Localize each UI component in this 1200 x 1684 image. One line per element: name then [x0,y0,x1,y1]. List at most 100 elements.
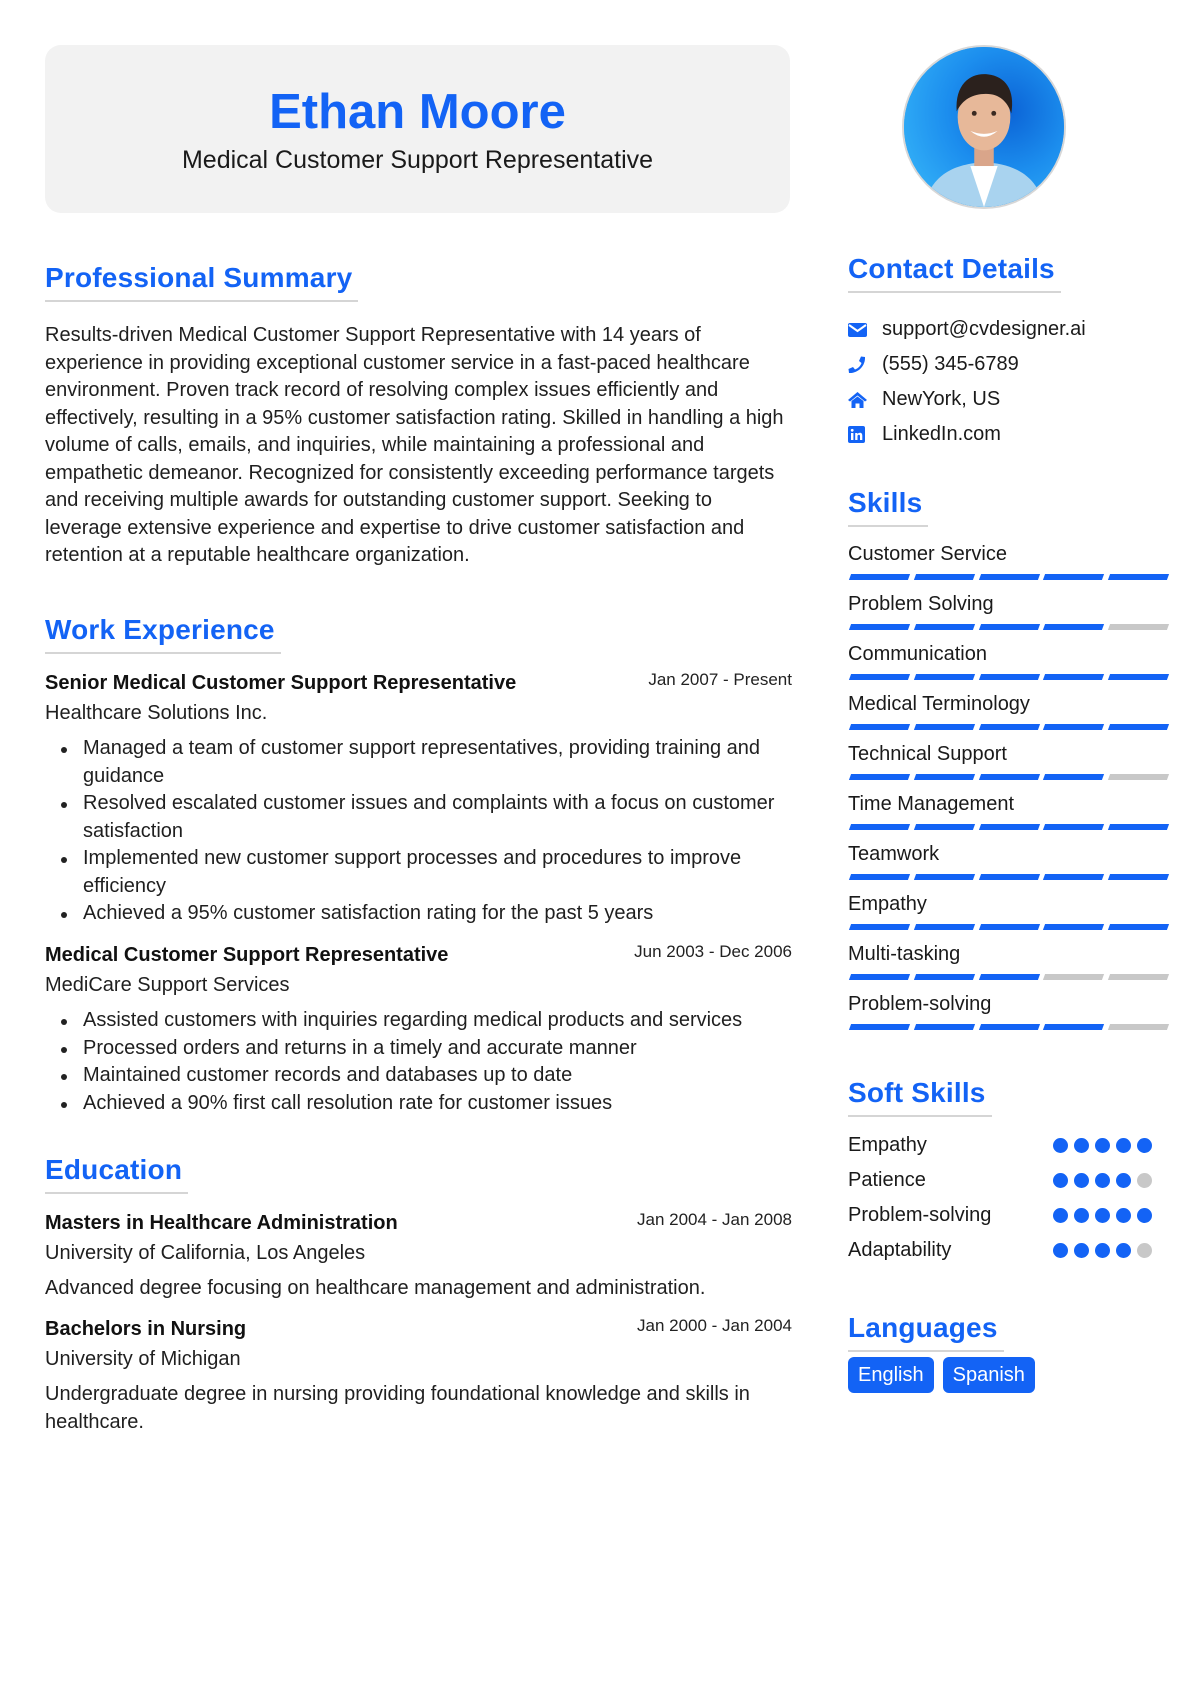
candidate-title: Medical Customer Support Representative [181,146,654,174]
skill-segment-filled [978,1024,1040,1030]
skill-level-bar [848,824,1170,830]
bullet-item: Achieved a 90% first call resolution rat… [45,1090,792,1118]
bullet-item: Achieved a 95% customer satisfaction rat… [45,900,792,928]
skill-segment-filled [1043,624,1105,630]
skill-name: Time Management [848,793,1014,815]
soft-skill-rating [1053,1138,1152,1153]
education-description: Advanced degree focusing on healthcare m… [45,1277,706,1299]
skill-segment-empty [1108,1024,1170,1030]
rating-dot-filled [1053,1208,1068,1223]
rating-dot-filled [1074,1138,1089,1153]
skill-level-bar [848,974,1170,980]
job-dates: Jan 2007 - Present [648,670,792,689]
rating-dot-filled [1137,1208,1152,1223]
rating-dot-filled [1116,1173,1131,1188]
rating-dot-filled [1074,1243,1089,1258]
soft-skill-item: Empathy [848,1128,1170,1163]
home-icon [848,390,870,410]
rating-dot-filled [1116,1208,1131,1223]
rating-dot-filled [1053,1243,1068,1258]
bullet-item: Maintained customer records and database… [45,1062,792,1090]
soft-skill-item: Problem-solving [848,1198,1170,1233]
skill-segment-filled [913,624,975,630]
skill-segment-filled [913,874,975,880]
soft-skill-name: Patience [848,1169,926,1191]
skill-segment-empty [1108,624,1170,630]
skill-item: Multi-tasking [848,942,1170,992]
rating-dot-filled [1095,1138,1110,1153]
bullet-item: Implemented new customer support process… [45,845,792,900]
rating-dot-filled [1053,1138,1068,1153]
skill-segment-filled [848,1024,910,1030]
rating-dot-filled [1137,1138,1152,1153]
skills-list: Customer Service Problem Solving Communica… [848,542,1170,1042]
soft-skill-rating [1053,1243,1152,1258]
job-title: Medical Customer Support Representative [45,944,449,966]
school-name: University of Michigan [45,1348,241,1370]
rating-dot-filled [1095,1173,1110,1188]
person-portrait-icon [904,47,1064,207]
soft-skill-rating [1053,1173,1152,1188]
linkedin-icon [848,425,870,445]
education-entry: Masters in Healthcare Administration Jan… [45,1210,792,1303]
bullet-item: Assisted customers with inquiries regard… [45,1007,792,1035]
education-dates: Jan 2004 - Jan 2008 [636,1210,792,1229]
degree-title: Masters in Healthcare Administration [45,1212,398,1234]
skill-name: Empathy [848,893,927,915]
skill-name: Technical Support [848,743,1007,765]
contact-phone[interactable]: (555) 345-6789 [848,347,1170,382]
school-name: University of California, Los Angeles [45,1242,366,1264]
summary-text: Results-driven Medical Customer Support … [45,324,784,566]
bullet-item: Managed a team of customer support repre… [45,735,792,790]
skill-name: Problem Solving [848,593,994,615]
education-entry: Bachelors in Nursing Jan 2000 - Jan 2004… [45,1316,792,1436]
contact-linkedin[interactable]: LinkedIn.com [848,417,1170,452]
skill-segment-filled [848,974,910,980]
contact-email[interactable]: support@cvdesigner.ai [848,312,1170,347]
skill-segment-filled [848,824,910,830]
skill-segment-empty [1043,974,1105,980]
skill-segment-filled [848,874,910,880]
rating-dot-filled [1095,1208,1110,1223]
skill-segment-filled [1043,1024,1105,1030]
skill-segment-filled [1043,674,1105,680]
languages-heading: Languages [848,1312,1004,1353]
skill-segment-filled [913,974,975,980]
skill-segment-filled [978,624,1040,630]
header-card: Ethan Moore Medical Customer Support Rep… [45,45,790,213]
language-badge: English [848,1357,934,1393]
language-badge: Spanish [942,1357,1035,1393]
skill-segment-filled [978,974,1040,980]
skill-name: Medical Terminology [848,693,1030,715]
skill-item: Empathy [848,892,1170,942]
rating-dot-filled [1074,1208,1089,1223]
skill-segment-filled [978,724,1040,730]
education-heading: Education [45,1154,189,1195]
bullet-item: Resolved escalated customer issues and c… [45,790,792,845]
skill-segment-filled [978,674,1040,680]
skill-item: Customer Service [848,542,1170,592]
rating-dot-empty [1137,1173,1152,1188]
skill-item: Problem-solving [848,992,1170,1042]
skill-segment-filled [848,574,910,580]
soft-skills-list: Empathy Patience Problem-solving Adaptabili… [848,1128,1170,1268]
skill-segment-filled [913,724,975,730]
experience-heading: Work Experience [45,614,281,655]
skills-heading: Skills [848,487,929,528]
summary-heading: Professional Summary [45,262,359,303]
envelope-icon [848,320,870,340]
skill-name: Multi-tasking [848,943,961,965]
rating-dot-filled [1116,1243,1131,1258]
skill-item: Medical Terminology [848,692,1170,742]
skill-segment-filled [913,574,975,580]
skill-segment-empty [1108,974,1170,980]
skill-segment-filled [978,774,1040,780]
skill-segment-filled [848,774,910,780]
bullet-item: Processed orders and returns in a timely… [45,1035,792,1063]
contact-location: NewYork, US [848,382,1170,417]
skill-segment-filled [1108,574,1170,580]
skill-level-bar [848,724,1170,730]
skill-segment-empty [1108,774,1170,780]
skill-segment-filled [978,924,1040,930]
candidate-name: Ethan Moore [269,85,566,139]
